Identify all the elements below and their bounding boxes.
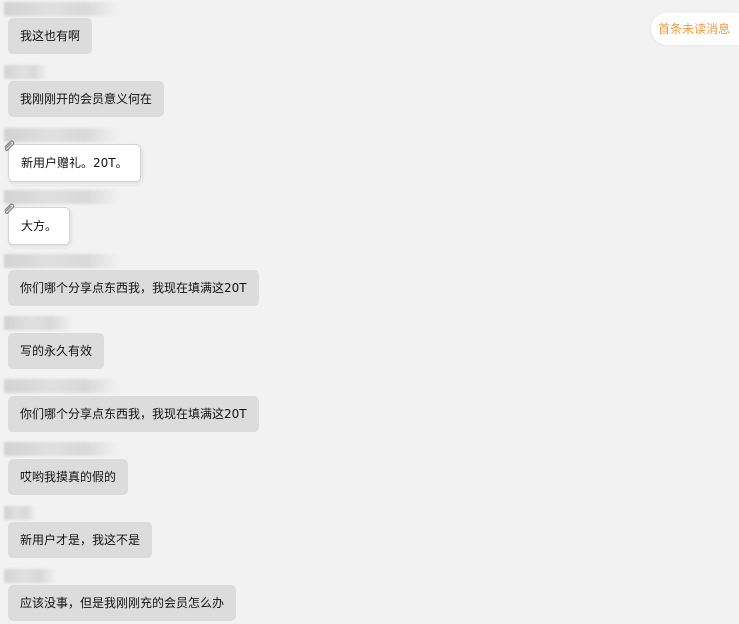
sender-name-redacted — [4, 316, 72, 330]
sender-name-redacted — [4, 190, 120, 204]
paperclip-icon — [4, 140, 15, 151]
chat-message-list: 我这也有啊 我刚刚开的会员意义何在 新用户赠礼。20T。 大方。 你们哪个分享点… — [0, 0, 739, 624]
sender-name-redacted — [4, 2, 120, 16]
sender-name-redacted — [4, 442, 120, 456]
message-bubble[interactable]: 新用户才是，我这不是 — [8, 522, 153, 558]
message-bubble[interactable]: 我这也有啊 — [8, 18, 93, 54]
pinned-message-bubble[interactable]: 新用户赠礼。20T。 — [8, 144, 141, 182]
first-unread-message-button[interactable]: 首条未读消息 — [650, 13, 739, 45]
message-bubble[interactable]: 写的永久有效 — [8, 333, 105, 369]
message-bubble[interactable]: 哎哟我摸真的假的 — [8, 459, 129, 495]
sender-name-redacted — [4, 569, 56, 583]
message-bubble[interactable]: 我刚刚开的会员意义何在 — [8, 81, 165, 117]
message-bubble[interactable]: 你们哪个分享点东西我，我现在填满这20T — [8, 396, 259, 432]
message-bubble[interactable]: 你们哪个分享点东西我，我现在填满这20T — [8, 270, 259, 306]
sender-name-redacted — [4, 128, 120, 142]
pinned-message-bubble[interactable]: 大方。 — [8, 207, 71, 245]
paperclip-icon — [4, 203, 15, 214]
sender-name-redacted — [4, 65, 48, 79]
sender-name-redacted — [4, 506, 36, 520]
sender-name-redacted — [4, 254, 120, 268]
sender-name-redacted — [4, 379, 120, 393]
message-bubble[interactable]: 应该没事，但是我刚刚充的会员怎么办 — [8, 585, 237, 621]
